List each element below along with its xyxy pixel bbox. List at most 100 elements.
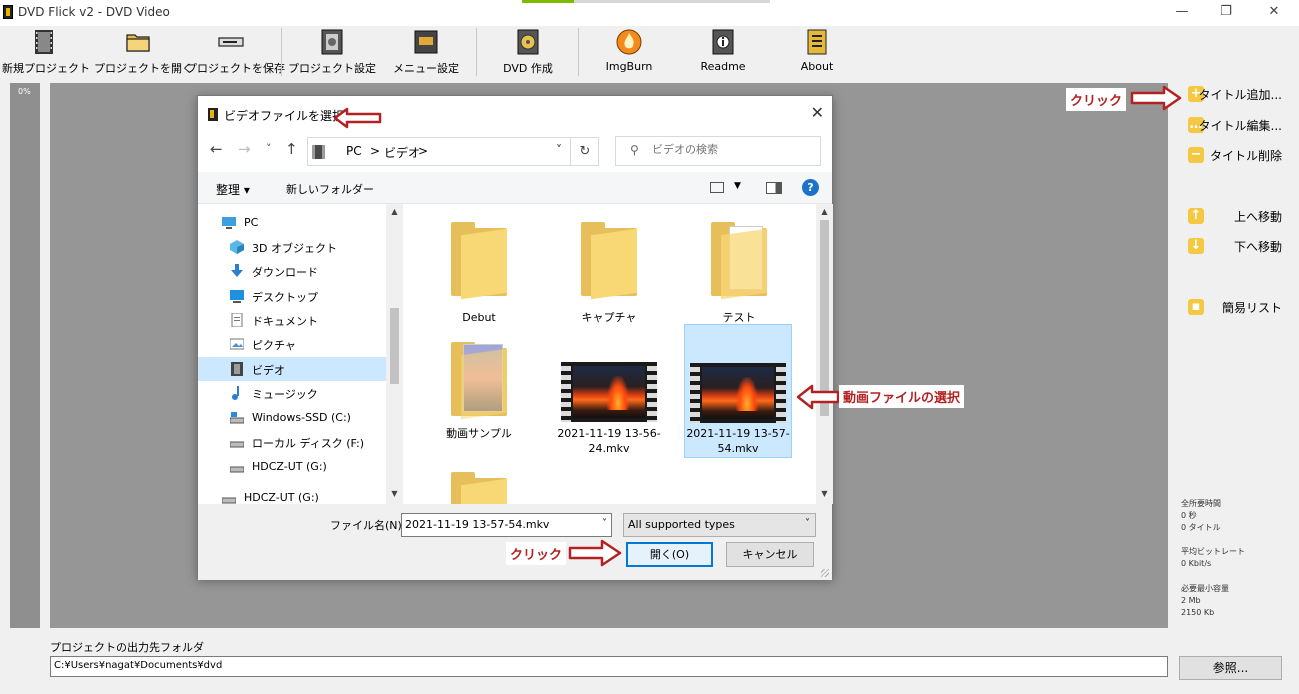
search-icon: ⚲ xyxy=(630,143,639,157)
title-gray-strip xyxy=(574,0,770,3)
nav-item-drive-f[interactable]: ローカル ディスク (F:) xyxy=(198,430,386,454)
simple-list-button[interactable]: ▪ 簡易リスト xyxy=(1188,296,1282,318)
nav-item-music[interactable]: ミュージック xyxy=(198,381,386,405)
forward-arrow-icon[interactable]: → xyxy=(238,140,251,158)
scroll-down-icon[interactable]: ▼ xyxy=(816,489,833,498)
open-button[interactable]: 開く(O) xyxy=(626,542,713,567)
up-arrow-icon[interactable]: ↑ xyxy=(285,140,298,158)
close-button[interactable]: ✕ xyxy=(1262,3,1286,21)
readme-button[interactable]: Readme xyxy=(680,26,766,78)
move-up-label: 上へ移動 xyxy=(1233,210,1282,224)
about-button[interactable]: About xyxy=(774,26,860,78)
help-icon[interactable]: ? xyxy=(802,179,819,196)
file-item-folder[interactable]: Debut xyxy=(425,212,533,346)
3d-objects-icon xyxy=(230,240,244,254)
imgburn-button[interactable]: ImgBurn xyxy=(586,26,672,78)
nav-item-downloads[interactable]: ダウンロード xyxy=(198,259,386,283)
videos-folder-icon xyxy=(312,145,325,159)
search-box[interactable]: ⚲ xyxy=(615,136,821,166)
nav-item-drive-g[interactable]: HDCZ-UT (G:) xyxy=(198,455,386,479)
add-title-button[interactable]: + タイトル追加... xyxy=(1188,83,1282,105)
file-item-video[interactable]: 2021-11-19 13-56-24.mkv xyxy=(555,332,663,466)
drive-icon xyxy=(230,441,244,448)
output-folder-field[interactable]: C:¥Users¥nagat¥Documents¥dvd xyxy=(50,656,1168,677)
open-project-button[interactable]: プロジェクトを開く xyxy=(94,26,193,78)
cancel-button[interactable]: キャンセル xyxy=(726,542,814,567)
chevron-down-icon[interactable]: ˅ xyxy=(602,518,607,529)
nav-item-drive-g-2[interactable]: HDCZ-UT (G:) xyxy=(198,486,386,504)
move-down-button[interactable]: ↓ 下へ移動 xyxy=(1188,235,1282,257)
delete-title-button[interactable]: − タイトル削除 xyxy=(1188,144,1282,166)
scroll-up-icon[interactable]: ▲ xyxy=(816,207,833,216)
refresh-icon[interactable]: ↻ xyxy=(570,137,599,166)
dvd-create-button[interactable]: DVD 作成 xyxy=(484,26,572,78)
scroll-up-icon[interactable]: ▲ xyxy=(386,207,403,216)
disc-drive-icon xyxy=(218,37,244,47)
new-folder-button[interactable]: 新しいフォルダー xyxy=(286,181,374,197)
search-input[interactable] xyxy=(652,143,812,156)
file-name: 2021-11-19 13-56-24.mkv xyxy=(557,427,661,455)
chevron-down-icon[interactable]: ˅ xyxy=(805,518,810,529)
save-project-label: プロジェクトを保存 xyxy=(186,62,285,75)
chevron-down-icon[interactable]: ˅ xyxy=(556,143,562,157)
file-name: Debut xyxy=(462,311,496,324)
nav-item-label: ローカル ディスク (F:) xyxy=(252,437,364,450)
browse-button[interactable]: 参照... xyxy=(1179,656,1282,680)
pictures-icon xyxy=(230,338,244,350)
edit-title-label: タイトル編集... xyxy=(1198,119,1282,133)
recent-locations-icon[interactable]: ˅ xyxy=(266,142,272,155)
organize-menu[interactable]: 整理 ▾ xyxy=(216,181,250,198)
nav-item-desktop[interactable]: デスクトップ xyxy=(198,284,386,308)
bitrate-value: 0 Kbit/s xyxy=(1181,559,1212,568)
filetype-select[interactable]: All supported types ˅ xyxy=(623,513,816,537)
folder-pictures-icon xyxy=(451,342,507,420)
view-options-icon[interactable] xyxy=(710,182,724,193)
project-settings-button[interactable]: プロジェクト設定 xyxy=(288,26,376,78)
minimize-button[interactable]: — xyxy=(1170,3,1194,21)
maximize-button[interactable]: ❐ xyxy=(1214,3,1238,21)
dvdflick-dialog-icon xyxy=(208,108,218,121)
file-item-folder-partial[interactable] xyxy=(425,472,533,504)
preview-pane-icon[interactable] xyxy=(766,182,782,194)
edit-title-button[interactable]: … タイトル編集... xyxy=(1188,114,1282,136)
view-dropdown-icon[interactable]: ▼ xyxy=(734,181,741,191)
file-item-folder[interactable]: 動画サンプル xyxy=(425,338,533,472)
readme-icon xyxy=(712,29,734,55)
resize-grip-icon[interactable] xyxy=(821,569,829,577)
nav-item-pc[interactable]: PC xyxy=(198,211,386,235)
delete-title-label: タイトル削除 xyxy=(1209,149,1282,163)
nav-pane-scroll-thumb[interactable] xyxy=(390,308,399,384)
open-project-label: プロジェクトを開く xyxy=(94,62,193,75)
nav-item-videos[interactable]: ビデオ xyxy=(198,357,386,381)
back-arrow-icon[interactable]: ← xyxy=(210,140,223,158)
videos-icon xyxy=(231,362,243,376)
menu-settings-button[interactable]: メニュー設定 xyxy=(382,26,470,78)
address-bar[interactable]: PC > ビデオ > ˅ ↻ xyxy=(307,137,599,166)
nav-item-3d-objects[interactable]: 3D オブジェクト xyxy=(198,235,386,259)
move-up-button[interactable]: ↑ 上へ移動 xyxy=(1188,205,1282,227)
new-project-label: 新規プロジェクト xyxy=(2,62,90,75)
new-project-button[interactable]: 新規プロジェクト xyxy=(2,26,90,78)
nav-item-label: デスクトップ xyxy=(252,291,318,304)
folder-icon xyxy=(451,222,507,300)
filename-field[interactable]: 2021-11-19 13-57-54.mkv ˅ xyxy=(401,513,612,537)
nav-item-label: PC xyxy=(244,216,259,229)
file-item-folder[interactable]: キャプチャ xyxy=(555,212,663,346)
file-name: 2021-11-19 13-57-54.mkv xyxy=(686,427,790,455)
file-item-video-selected[interactable]: 2021-11-19 13-57-54.mkv xyxy=(684,324,792,458)
nav-pane-scrollbar[interactable]: ▲ ▼ xyxy=(386,204,403,504)
dialog-close-button[interactable]: ✕ xyxy=(811,103,824,122)
scroll-down-icon[interactable]: ▼ xyxy=(386,489,403,498)
nav-item-drive-c[interactable]: Windows-SSD (C:) xyxy=(198,406,386,430)
navigation-pane[interactable]: PC 3D オブジェクト ダウンロード デスクトップ ドキュメント ピクチャ ビ… xyxy=(198,204,403,504)
desktop-icon xyxy=(230,290,244,303)
nav-item-pictures[interactable]: ピクチャ xyxy=(198,332,386,356)
breadcrumb-videos[interactable]: ビデオ xyxy=(384,144,420,161)
breadcrumb-pc[interactable]: PC xyxy=(346,144,362,158)
file-pane-scrollbar[interactable]: ▲ ▼ xyxy=(816,204,833,504)
download-icon xyxy=(231,264,243,277)
nav-item-label: ダウンロード xyxy=(252,266,318,279)
file-list-pane[interactable]: Debut キャプチャ テスト 動画サンプル 2021-11-19 13-56-… xyxy=(404,204,834,504)
nav-item-documents[interactable]: ドキュメント xyxy=(198,308,386,332)
save-project-button[interactable]: プロジェクトを保存 xyxy=(186,26,285,78)
